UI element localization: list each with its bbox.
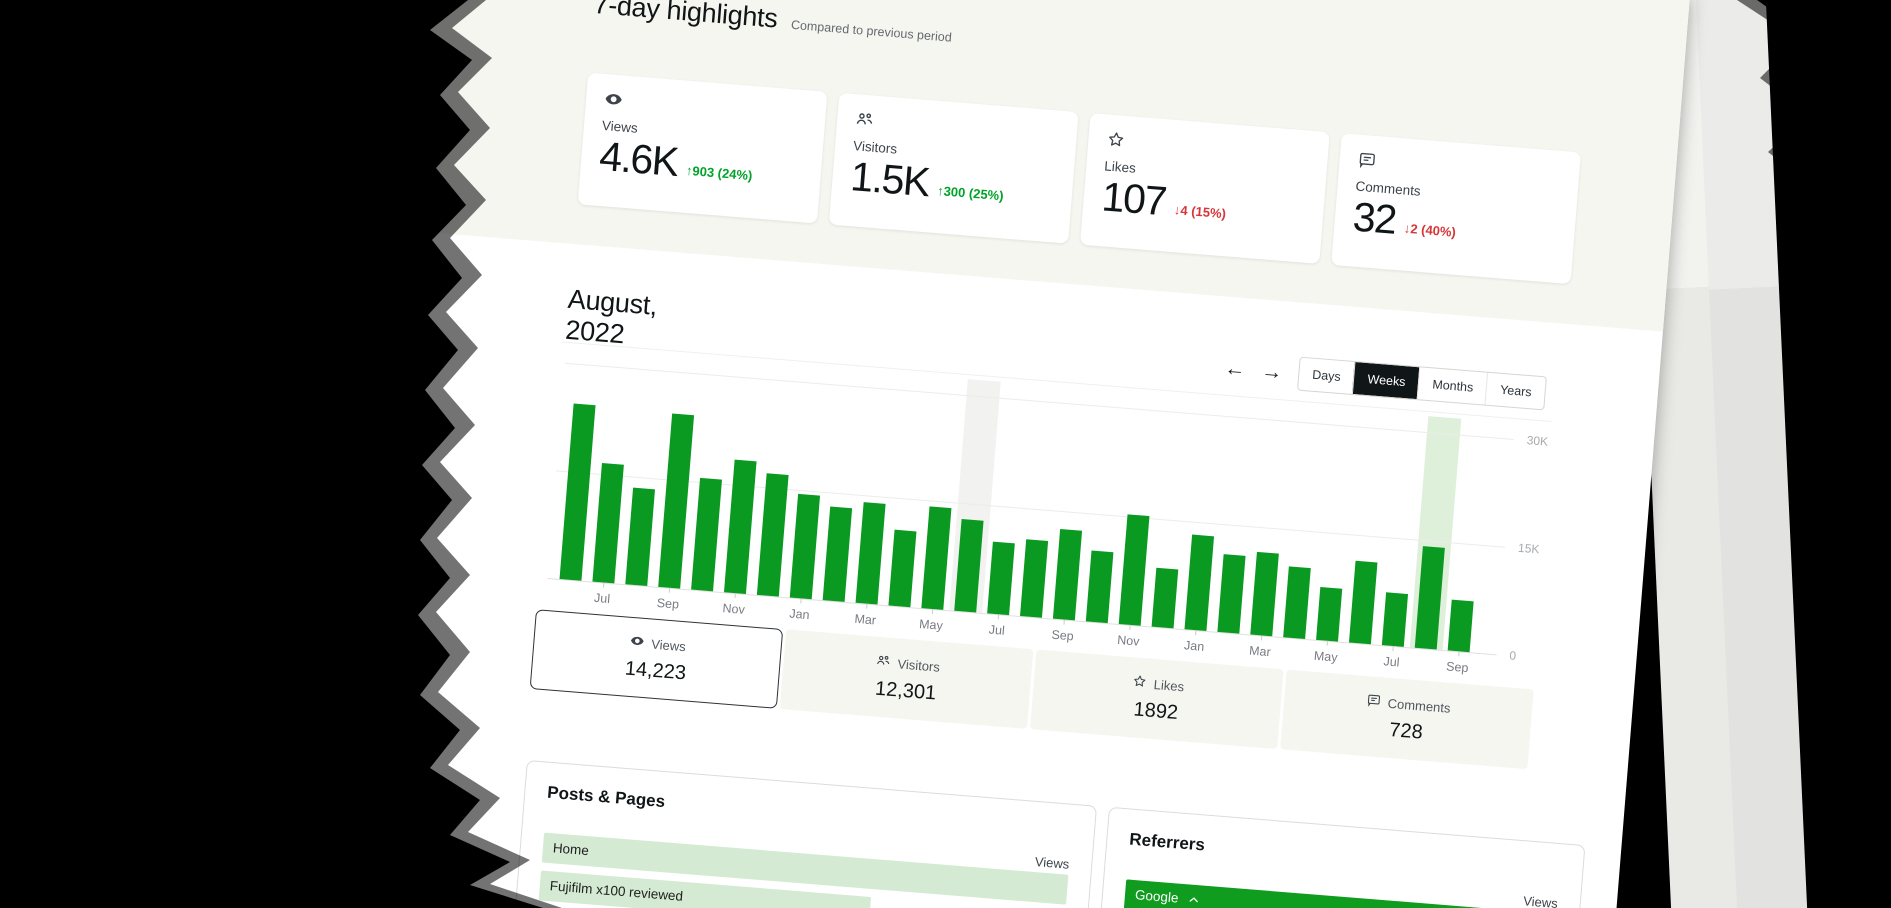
referrer-rows: Google6.2K bbox=[1121, 879, 1557, 908]
chart-bar[interactable] bbox=[1086, 551, 1114, 623]
row-label: Home bbox=[552, 833, 590, 866]
highlight-value: 32 bbox=[1351, 196, 1397, 242]
row-label: Fujifilm x100 reviewed bbox=[549, 871, 685, 908]
chart-bar[interactable] bbox=[658, 413, 694, 588]
interval-tab-weeks[interactable]: Weeks bbox=[1352, 362, 1419, 399]
y-axis-tick-label: 30K bbox=[1526, 433, 1548, 449]
people-icon bbox=[875, 653, 891, 672]
chart-bar[interactable] bbox=[1119, 514, 1150, 626]
chart-bar[interactable] bbox=[1184, 535, 1214, 631]
x-axis-tick-label: May bbox=[919, 617, 944, 633]
chart-bar[interactable] bbox=[724, 459, 757, 594]
summary-tab-label: Likes bbox=[1153, 676, 1184, 693]
highlight-value: 1.5K bbox=[849, 155, 931, 204]
chart-bar[interactable] bbox=[856, 502, 886, 604]
summary-tab-label: Comments bbox=[1387, 695, 1451, 715]
posts-rows: HomeFujifilm x100 reviewed4.3KLand of fi… bbox=[536, 833, 1069, 908]
interval-tab-days[interactable]: Days bbox=[1298, 358, 1355, 394]
x-axis-tick-label: Jul bbox=[594, 591, 611, 606]
y-axis-tick-label: 15K bbox=[1518, 541, 1540, 557]
y-axis-tick-label: 0 bbox=[1509, 648, 1517, 662]
referrers-title: Referrers bbox=[1129, 830, 1561, 885]
highlight-card-views: Views4.6K↑903 (24%) bbox=[578, 73, 828, 224]
summary-tab-value: 12,301 bbox=[874, 678, 937, 706]
chart-bar[interactable] bbox=[790, 493, 820, 599]
chart-bar[interactable] bbox=[1217, 554, 1245, 634]
stage: 7-day highlights Compared to previous pe… bbox=[0, 0, 1891, 908]
x-axis-tick-label: Sep bbox=[656, 596, 679, 612]
highlight-trend: ↑300 (25%) bbox=[937, 183, 1004, 203]
chart-bar[interactable] bbox=[1382, 593, 1408, 647]
x-axis-tick-label: Jan bbox=[1184, 638, 1205, 654]
x-axis-tick-label: Sep bbox=[1446, 659, 1469, 675]
x-axis-tick-label: Mar bbox=[854, 612, 877, 628]
eye-icon bbox=[629, 633, 645, 652]
list-item[interactable]: Google6.2K bbox=[1124, 879, 1557, 908]
comment-icon bbox=[1365, 692, 1381, 711]
chart-bar[interactable] bbox=[560, 403, 596, 581]
chevron-up-icon[interactable] bbox=[1186, 892, 1201, 907]
highlight-trend: ↓4 (15%) bbox=[1173, 202, 1226, 221]
chart-bar[interactable] bbox=[1349, 561, 1378, 645]
chart-bar[interactable] bbox=[921, 506, 951, 610]
row-label: Google bbox=[1134, 880, 1202, 908]
summary-tab-value: 1892 bbox=[1133, 698, 1179, 724]
chart-bar[interactable] bbox=[757, 473, 789, 597]
chart-bar[interactable] bbox=[823, 507, 852, 602]
summary-tab-value: 728 bbox=[1388, 719, 1423, 745]
chart-bar[interactable] bbox=[1053, 529, 1082, 620]
chart-bar[interactable] bbox=[1152, 568, 1179, 629]
chart-bar[interactable] bbox=[1316, 587, 1342, 641]
x-axis-tick-label: Nov bbox=[1117, 633, 1140, 649]
next-period-arrow-icon[interactable]: → bbox=[1261, 360, 1284, 383]
chart-bar[interactable] bbox=[1283, 567, 1311, 639]
highlight-card-visitors: Visitors1.5K↑300 (25%) bbox=[829, 93, 1079, 244]
x-axis-tick-label: Jul bbox=[988, 623, 1005, 638]
x-axis-tick-label: Sep bbox=[1051, 628, 1074, 644]
summary-tab-value: 14,223 bbox=[624, 658, 687, 686]
interval-tab-months[interactable]: Months bbox=[1417, 367, 1487, 404]
chart-bar[interactable] bbox=[1020, 539, 1048, 618]
x-axis-tick-label: Mar bbox=[1249, 644, 1272, 660]
summary-tab-label: Visitors bbox=[897, 656, 940, 674]
chart-bar[interactable] bbox=[987, 542, 1015, 616]
x-axis-tick-label: May bbox=[1313, 649, 1338, 665]
posts-views-column-header: Views bbox=[1034, 854, 1070, 872]
highlight-card-comments: Comments32↓2 (40%) bbox=[1331, 133, 1581, 284]
chart-bar[interactable] bbox=[592, 463, 623, 583]
highlight-value: 4.6K bbox=[598, 135, 680, 184]
interval-tab-years[interactable]: Years bbox=[1485, 373, 1546, 410]
chart-bar[interactable] bbox=[691, 478, 722, 591]
highlight-trend: ↓2 (40%) bbox=[1403, 221, 1456, 240]
highlight-card-likes: Likes107↓4 (15%) bbox=[1080, 113, 1330, 264]
x-axis-tick-label: Nov bbox=[722, 601, 745, 617]
highlight-value: 107 bbox=[1100, 175, 1167, 223]
x-axis-tick-label: Jan bbox=[789, 607, 810, 623]
chart-bar[interactable] bbox=[625, 487, 655, 586]
chart-bar[interactable] bbox=[1250, 552, 1279, 636]
referrers-views-column-header: Views bbox=[1523, 893, 1559, 908]
summary-tab-label: Views bbox=[651, 636, 687, 654]
chart-bar[interactable] bbox=[1448, 599, 1474, 652]
x-axis-tick-label: Jul bbox=[1383, 654, 1400, 669]
previous-period-arrow-icon[interactable]: ← bbox=[1224, 357, 1247, 380]
highlight-trend: ↑903 (24%) bbox=[685, 163, 752, 183]
chart-bar[interactable] bbox=[888, 530, 916, 607]
star-icon bbox=[1131, 673, 1147, 692]
